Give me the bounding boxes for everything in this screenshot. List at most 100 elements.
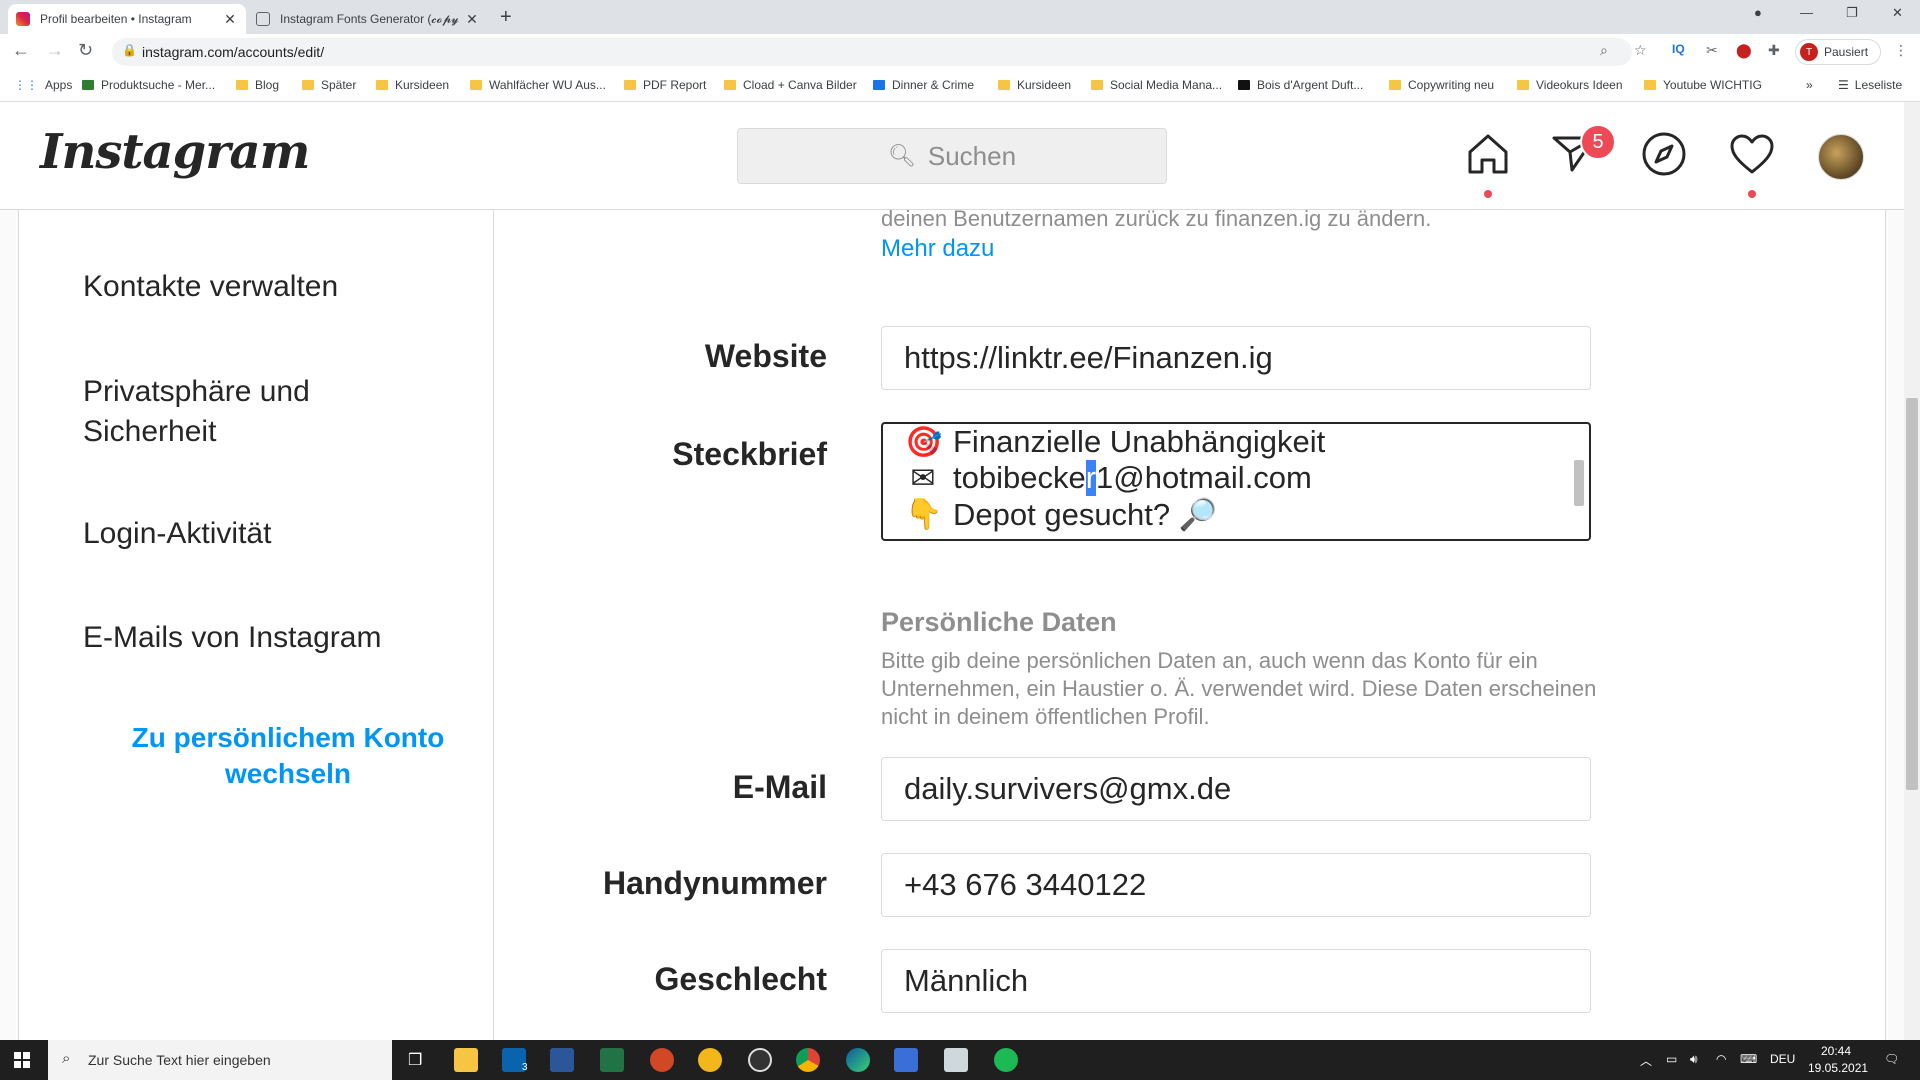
language-indicator[interactable]: DEU [1770, 1052, 1795, 1066]
bookmark-item[interactable]: Blog [236, 78, 279, 92]
spotify-icon[interactable] [994, 1048, 1018, 1072]
personal-data-title: Persönliche Daten [881, 607, 1117, 637]
bookmark-item[interactable]: Später [302, 78, 356, 92]
instagram-logo[interactable]: Instagram [40, 124, 310, 180]
tab-fonts-generator[interactable]: Instagram Fonts Generator (𝓬𝓸𝓹𝔂 ✕ [248, 4, 488, 34]
more-bookmarks-icon[interactable]: » [1806, 78, 1813, 92]
menu-kebab-icon[interactable]: ⋮ [1894, 42, 1908, 59]
volume-icon[interactable]: 🔊︎ [1690, 1052, 1698, 1067]
zoom-icon[interactable]: ⌕ [1600, 42, 1608, 59]
phone-input[interactable]: +43 676 3440122 [881, 853, 1591, 917]
home-icon[interactable] [1464, 130, 1512, 178]
forward-icon[interactable]: → [46, 40, 64, 61]
chrome-icon[interactable] [796, 1048, 820, 1072]
back-icon[interactable]: ← [12, 40, 30, 61]
reload-icon[interactable]: ↻ [78, 40, 93, 61]
app-icon[interactable] [944, 1048, 968, 1072]
sidebar-item-login-activity[interactable]: Login-Aktivität [83, 514, 443, 554]
email-input[interactable]: daily.survivers@gmx.de [881, 757, 1591, 821]
task-view-icon[interactable]: ❒ [408, 1050, 422, 1070]
folder-icon [302, 80, 314, 90]
windows-start-icon[interactable] [14, 1052, 30, 1068]
bookmark-item[interactable]: Youtube WICHTIG [1644, 78, 1762, 92]
sidebar-item-contacts[interactable]: Kontakte verwalten [83, 267, 443, 307]
notifications-icon[interactable]: 🗨︎ [1884, 1052, 1899, 1066]
extension-icon[interactable]: ✂ [1706, 42, 1718, 59]
obs-icon[interactable] [748, 1048, 772, 1072]
activity-dot [1748, 190, 1756, 198]
sidebar-item-privacy[interactable]: Privatsphäre und Sicherheit [83, 372, 443, 452]
folder-icon [624, 80, 636, 90]
bookmark-item[interactable]: Kursideen [998, 78, 1071, 92]
wifi-icon[interactable]: ◠ [1716, 1052, 1726, 1066]
extensions-puzzle-icon[interactable]: ✚ [1768, 42, 1780, 59]
gender-label: Geschlecht [654, 961, 827, 997]
bio-scrollbar-thumb[interactable] [1574, 460, 1584, 506]
close-tab-icon[interactable]: ✕ [222, 11, 238, 28]
profile-avatar[interactable] [1818, 134, 1864, 180]
edge-icon[interactable] [846, 1048, 870, 1072]
activity-heart-icon[interactable] [1728, 130, 1776, 178]
bookmark-item[interactable]: Dinner & Crime [873, 78, 974, 92]
bookmark-star-icon[interactable]: ☆ [1634, 42, 1647, 59]
word-icon[interactable] [550, 1048, 574, 1072]
lock-icon: 🔒 [122, 43, 137, 57]
learn-more-link[interactable]: Mehr dazu [881, 235, 994, 263]
home-activity-dot [1484, 190, 1492, 198]
extension-iq-icon[interactable]: IQ [1672, 42, 1685, 56]
bookmark-item[interactable]: PDF Report [624, 78, 706, 92]
browser-tab-strip: Profil bearbeiten • Instagram ✕ Instagra… [0, 0, 1920, 34]
close-window-icon[interactable]: ✕ [1892, 5, 1903, 21]
folder-icon [376, 80, 388, 90]
website-label: Website [704, 338, 827, 374]
device-icon[interactable]: ▭ [1666, 1052, 1677, 1066]
website-input[interactable]: https://linktr.ee/Finanzen.ig [881, 326, 1591, 390]
bookmark-item[interactable]: Produktsuche - Mer... [82, 78, 215, 92]
phone-value: +43 676 3440122 [904, 867, 1147, 902]
switch-to-personal-account-link[interactable]: Zu persönlichem Konto wechseln [83, 720, 493, 792]
bookmark-item[interactable]: Cload + Canva Bilder [724, 78, 857, 92]
bookmark-item[interactable]: Kursideen [376, 78, 449, 92]
powerpoint-icon[interactable] [650, 1048, 674, 1072]
profile-menu-icon[interactable]: ● [1754, 5, 1762, 20]
close-tab-icon[interactable]: ✕ [464, 11, 480, 28]
minimize-icon[interactable]: — [1800, 5, 1813, 20]
folder-icon [998, 80, 1010, 90]
bookmark-item[interactable]: Bois d'Argent Duft... [1238, 78, 1363, 92]
bookmark-item[interactable]: Copywriting neu [1389, 78, 1494, 92]
apps-grid-icon: ⋮⋮ [14, 78, 38, 92]
system-clock[interactable]: 20:44 19.05.2021 [1808, 1043, 1868, 1077]
bio-textarea[interactable]: 🎯 Finanzielle Unabhängigkeit ✉ tobibecke… [881, 422, 1591, 541]
url-text: instagram.com/accounts/edit/ [142, 44, 325, 60]
folder-icon [1389, 80, 1401, 90]
explore-compass-icon[interactable] [1640, 130, 1688, 178]
excel-icon[interactable] [600, 1048, 624, 1072]
edit-profile-form: deinen Benutzernamen zurück zu finanzen.… [495, 206, 1885, 1040]
adblock-icon[interactable]: ⬤ [1736, 42, 1752, 59]
app-icon[interactable] [698, 1048, 722, 1072]
search-input[interactable]: 🔍︎ Suchen [737, 128, 1167, 184]
new-tab-icon[interactable]: + [500, 6, 512, 29]
restore-icon[interactable]: ❐ [1846, 5, 1858, 21]
bookmark-item[interactable]: Social Media Mana... [1091, 78, 1222, 92]
sidebar-item-emails[interactable]: E-Mails von Instagram [83, 618, 443, 658]
address-bar[interactable]: 🔒 instagram.com/accounts/edit/ [112, 38, 1632, 66]
bookmarks-bar: ⋮⋮ Apps Produktsuche - Mer... Blog Später… [0, 70, 1920, 102]
personal-data-description: Bitte gib deine persönlichen Daten an, a… [881, 648, 1597, 729]
bookmark-apps[interactable]: ⋮⋮ Apps [14, 78, 72, 92]
bookmark-item[interactable]: Videokurs Ideen [1517, 78, 1623, 92]
tab-profil-bearbeiten[interactable]: Profil bearbeiten • Instagram ✕ [8, 4, 246, 34]
page-scrollbar-thumb[interactable] [1906, 398, 1918, 790]
taskbar-search-input[interactable]: ⌕ Zur Suche Text hier eingeben [48, 1040, 392, 1080]
keyboard-icon[interactable]: ⌨ [1740, 1052, 1757, 1066]
gender-select[interactable]: Männlich [881, 949, 1591, 1013]
file-explorer-icon[interactable] [454, 1048, 478, 1072]
browser-profile-button[interactable]: T Pausiert [1795, 39, 1881, 65]
tray-overflow-icon[interactable]: ︿ [1640, 1052, 1652, 1069]
instagram-favicon-icon [16, 12, 30, 26]
bookmark-item[interactable]: Wahlfächer WU Aus... [470, 78, 606, 92]
profile-status: Pausiert [1824, 45, 1869, 59]
reading-list-button[interactable]: ☰ Leseliste [1838, 78, 1902, 92]
search-icon: ⌕ [62, 1050, 71, 1067]
app-icon[interactable] [894, 1048, 918, 1072]
